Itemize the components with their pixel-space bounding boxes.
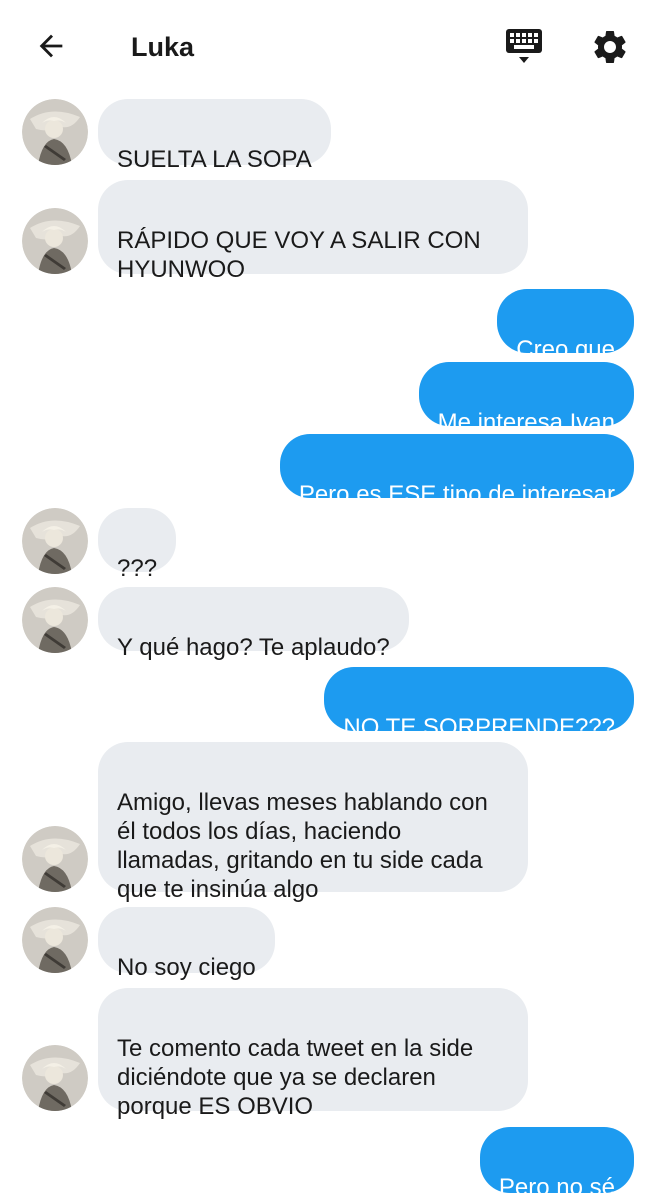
message-bubble[interactable]: Creo que — [497, 289, 634, 363]
message-text: Me interesa Ivan — [437, 409, 615, 436]
gear-icon — [590, 27, 630, 72]
chat-header: Luka — [0, 0, 656, 94]
message-text: ??? — [117, 555, 158, 582]
message-text: Y qué hago? Te aplaudo? — [117, 634, 390, 661]
avatar[interactable] — [22, 826, 88, 892]
settings-button[interactable] — [587, 26, 633, 72]
message-text: Pero es ESE tipo de interesar — [298, 481, 615, 508]
avatar[interactable] — [22, 907, 88, 973]
avatar[interactable] — [22, 99, 88, 165]
message-text: Te comento cada tweet en la side diciénd… — [117, 1035, 474, 1120]
conversation-title: Luka — [131, 32, 195, 62]
message-text: Creo que — [516, 336, 615, 363]
message-bubble[interactable]: Y qué hago? Te aplaudo? — [98, 587, 409, 661]
message-text: SUELTA LA SOPA — [117, 146, 312, 173]
avatar[interactable] — [22, 587, 88, 653]
message-text: Pero no sé — [498, 1174, 615, 1200]
keyboard-button[interactable] — [500, 24, 548, 72]
message-text: RÁPIDO QUE VOY A SALIR CON HYUNWOO — [117, 227, 481, 283]
message-bubble[interactable]: No soy ciego — [98, 907, 275, 981]
message-bubble[interactable]: Pero es ESE tipo de interesar — [279, 434, 634, 508]
message-bubble[interactable]: Pero no sé — [479, 1127, 634, 1200]
arrow-left-icon — [34, 29, 68, 68]
chat-screen: Luka SUELTA LA SOPA RÁPIDO QUE VOY A SAL… — [0, 0, 656, 1200]
avatar[interactable] — [22, 1045, 88, 1111]
message-bubble[interactable]: NO TE SORPRENDE??? — [324, 667, 634, 741]
message-text: NO TE SORPRENDE??? — [343, 714, 615, 741]
message-bubble[interactable]: RÁPIDO QUE VOY A SALIR CON HYUNWOO — [98, 180, 528, 283]
avatar[interactable] — [22, 508, 88, 574]
message-bubble[interactable]: Te comento cada tweet en la side diciénd… — [98, 988, 528, 1120]
message-text: Amigo, llevas meses hablando con él todo… — [117, 789, 488, 903]
back-button[interactable] — [30, 27, 72, 69]
message-bubble[interactable]: Amigo, llevas meses hablando con él todo… — [98, 742, 528, 903]
message-bubble[interactable]: SUELTA LA SOPA — [98, 99, 331, 173]
message-bubble[interactable]: ??? — [98, 508, 177, 582]
keyboard-icon — [502, 24, 546, 73]
avatar[interactable] — [22, 208, 88, 274]
message-bubble[interactable]: Me interesa Ivan — [418, 362, 634, 436]
message-text: No soy ciego — [117, 954, 256, 981]
